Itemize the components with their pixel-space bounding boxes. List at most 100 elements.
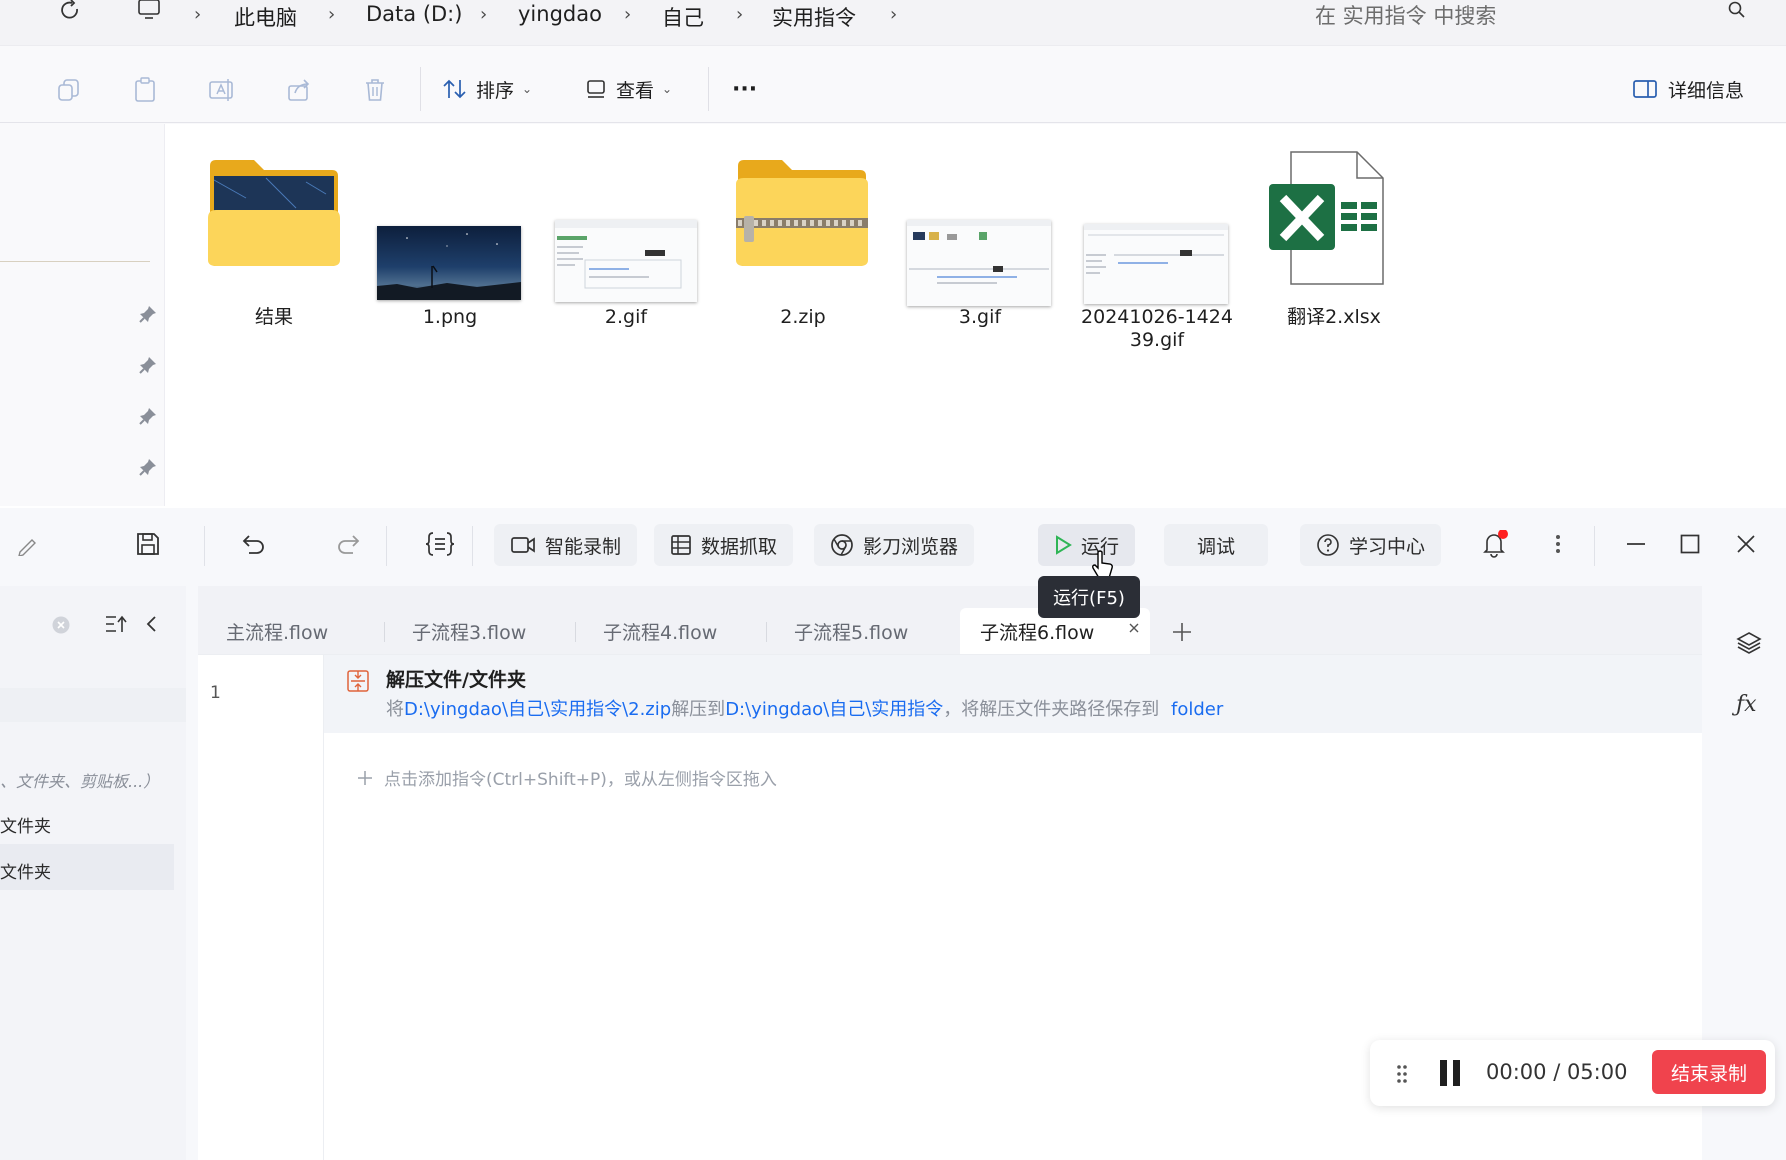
chrome-icon [830, 533, 854, 557]
refresh-icon[interactable] [58, 0, 82, 20]
file-item[interactable]: 结果 [189, 138, 359, 338]
target-path[interactable]: D:\yingdao\自己\实用指令 [725, 699, 943, 720]
details-label: 详细信息 [1668, 79, 1745, 102]
divider [1594, 526, 1595, 566]
bell-icon[interactable] [1478, 528, 1510, 560]
breadcrumb-item[interactable]: 此电脑 [234, 2, 297, 32]
function-icon[interactable]: ƒx [1736, 692, 1757, 717]
details-pane-button[interactable]: 详细信息 [1632, 73, 1744, 105]
file-item[interactable]: 1.png [365, 138, 535, 338]
breadcrumb-item[interactable]: yingdao [518, 2, 602, 26]
browser-button[interactable]: 影刀浏览器 [814, 524, 975, 566]
breadcrumb-item[interactable]: Data (D:) [366, 2, 462, 26]
file-item[interactable]: 2.zip [718, 138, 888, 338]
breadcrumb-item[interactable]: 实用指令 [772, 2, 856, 32]
chevron-down-icon: ⌄ [522, 82, 533, 96]
pin-icon[interactable] [138, 406, 158, 426]
tab-subflow-4[interactable]: 子流程4.flow [575, 608, 745, 654]
search-icon[interactable] [1727, 0, 1747, 20]
maximize-icon[interactable] [1674, 528, 1706, 560]
more-vertical-icon[interactable] [1542, 528, 1574, 560]
save-icon[interactable] [132, 528, 164, 560]
paste-icon[interactable] [132, 77, 158, 103]
line-gutter: 1 [198, 655, 324, 1160]
data-capture-button[interactable]: 数据抓取 [654, 524, 794, 566]
variables-icon[interactable] [424, 528, 456, 560]
file-name: 3.gif [958, 306, 1002, 328]
sort-label: 排序 [476, 79, 515, 102]
file-name: 1.png [422, 306, 478, 328]
recording-timer: 00:00 / 05:00 [1486, 1060, 1628, 1084]
chevron-left-icon[interactable] [144, 614, 158, 634]
learning-center-button[interactable]: 学习中心 [1300, 524, 1442, 566]
pin-icon[interactable] [138, 457, 158, 477]
close-icon[interactable] [1730, 528, 1762, 560]
breadcrumb-item[interactable]: 自己 [662, 2, 704, 32]
tab-subflow-3[interactable]: 子流程3.flow [384, 608, 554, 654]
file-item[interactable]: 20241026-1424 39.gif [1072, 138, 1242, 351]
divider [708, 67, 709, 111]
sort-icon [442, 78, 468, 100]
search-input[interactable]: 在 实用指令 中搜索 [1315, 0, 1496, 30]
share-icon[interactable] [286, 77, 312, 103]
minimize-icon[interactable] [1620, 528, 1652, 560]
desc-text: 解压到 [671, 699, 726, 720]
view-button[interactable]: 查看 ⌄ [586, 73, 672, 105]
desc-text: ，将解压文件夹路径保存到 [943, 699, 1160, 720]
line-number: 1 [210, 683, 221, 703]
excel-file-icon [1267, 150, 1387, 290]
command-item[interactable]: 文件夹 [0, 858, 51, 883]
add-command-hint[interactable]: 点击添加指令(Ctrl+Shift+P)，或从左侧指令区拖入 [356, 765, 777, 790]
gif-thumbnail [555, 220, 697, 302]
output-variable[interactable]: folder [1171, 699, 1223, 720]
close-tab-icon[interactable] [1126, 620, 1142, 636]
collapse-all-icon[interactable] [104, 614, 128, 634]
debug-button[interactable]: 调试 [1164, 524, 1269, 566]
clear-icon[interactable] [52, 616, 70, 634]
navigation-pane [0, 124, 165, 506]
undo-icon[interactable] [238, 528, 270, 560]
recorder-panel: 00:00 / 05:00 结束录制 [1370, 1040, 1775, 1106]
chevron-down-icon: ⌄ [662, 82, 673, 96]
sort-button[interactable]: 排序 ⌄ [442, 73, 532, 105]
redo-icon[interactable] [332, 528, 364, 560]
pin-icon[interactable] [138, 304, 158, 324]
file-item[interactable]: 2.gif [541, 138, 711, 338]
panel-row [0, 688, 186, 722]
smart-record-button[interactable]: 智能录制 [494, 524, 638, 566]
delete-icon[interactable] [362, 77, 388, 103]
file-item[interactable]: 翻译2.xlsx [1249, 138, 1419, 338]
stop-recording-button[interactable]: 结束录制 [1652, 1050, 1766, 1094]
desc-text: 将 [386, 699, 404, 720]
pin-icon[interactable] [138, 355, 158, 375]
source-path[interactable]: D:\yingdao\自己\实用指令\2.zip [404, 699, 671, 720]
chevron-right-icon: › [624, 4, 632, 25]
drag-handle-icon[interactable] [1396, 1064, 1408, 1084]
tab-subflow-5[interactable]: 子流程5.flow [766, 608, 936, 654]
table-icon [670, 534, 692, 556]
flow-step[interactable]: 解压文件/文件夹 将D:\yingdao\自己\实用指令\2.zip解压到D:\… [324, 655, 1702, 733]
tab-label: 子流程6.flow [980, 621, 1095, 644]
file-item[interactable]: 3.gif [895, 138, 1065, 338]
file-explorer-window: › 此电脑 › Data (D:) › yingdao › 自己 › 实用指令 … [0, 0, 1786, 506]
run-button[interactable]: 运行 [1038, 524, 1136, 566]
more-options-button[interactable]: ··· [732, 73, 757, 105]
image-thumbnail [377, 226, 521, 300]
divider [204, 526, 205, 566]
layers-icon[interactable] [1736, 630, 1762, 656]
learning-center-label: 学习中心 [1349, 535, 1426, 558]
command-item[interactable]: 文件夹 [0, 812, 51, 837]
copy-icon[interactable] [56, 77, 82, 103]
zip-folder-icon [734, 158, 870, 268]
tab-main-flow[interactable]: 主流程.flow [198, 608, 356, 654]
rename-icon[interactable] [208, 77, 236, 103]
chevron-right-icon: › [480, 4, 488, 25]
computer-icon[interactable] [136, 0, 162, 20]
add-tab-icon[interactable] [1170, 620, 1194, 644]
chevron-right-icon[interactable]: › [890, 4, 897, 25]
pause-icon[interactable] [1438, 1060, 1462, 1086]
chevron-right-icon: › [736, 4, 744, 25]
gif-thumbnail [907, 220, 1051, 306]
address-bar: › 此电脑 › Data (D:) › yingdao › 自己 › 实用指令 … [0, 0, 1786, 46]
search-box[interactable]: 在 实用指令 中搜索 [1295, 0, 1785, 30]
